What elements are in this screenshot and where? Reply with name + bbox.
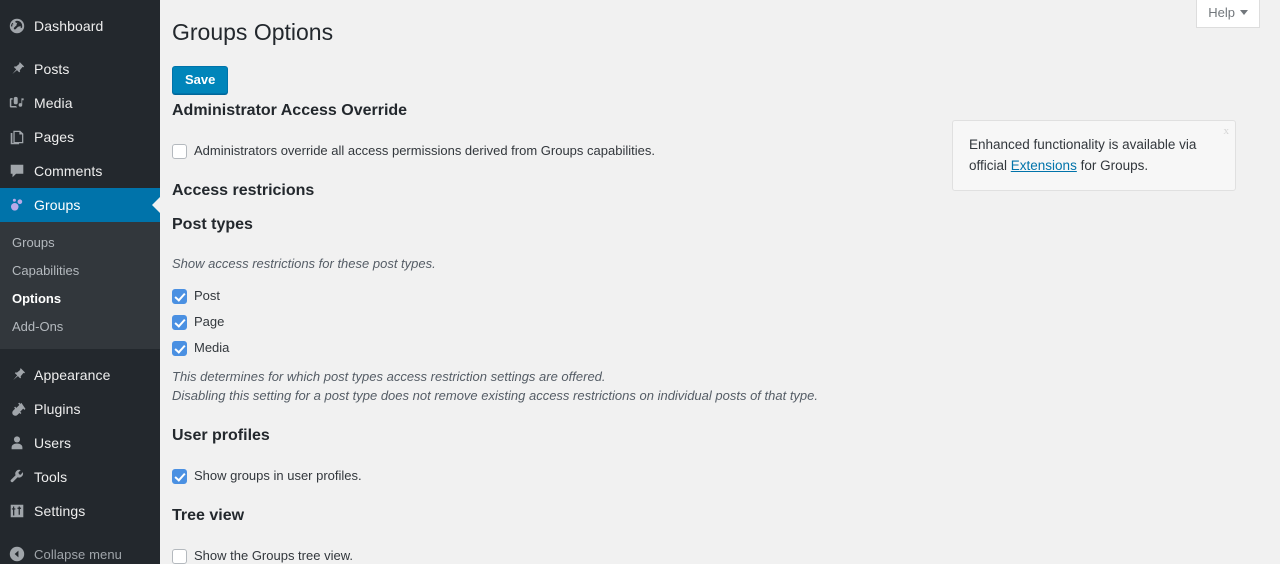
post-type-checkbox-post[interactable] bbox=[172, 288, 187, 304]
sidebar-item-label: Groups bbox=[34, 197, 81, 213]
sidebar-item-label: Plugins bbox=[34, 401, 81, 417]
post-types-note-2: Disabling this setting for a post type d… bbox=[172, 388, 819, 403]
tree-view-checkbox[interactable] bbox=[172, 548, 187, 564]
wrench-icon bbox=[0, 468, 34, 486]
sliders-icon bbox=[0, 502, 34, 520]
sidebar-item-label: Pages bbox=[34, 129, 75, 145]
media-icon bbox=[0, 94, 34, 112]
admin-sidebar: Dashboard Posts Media Pages Comments Gro… bbox=[0, 0, 160, 564]
tree-view-label[interactable]: Show the Groups tree view. bbox=[194, 547, 353, 564]
sidebar-item-plugins[interactable]: Plugins bbox=[0, 392, 160, 426]
admin-override-heading: Administrator Access Override bbox=[172, 102, 408, 119]
post-types-description: Show access restrictions for these post … bbox=[172, 256, 436, 271]
admin-override-label[interactable]: Administrators override all access permi… bbox=[194, 142, 655, 160]
page-title: Groups Options bbox=[172, 19, 334, 45]
post-types-note-1: This determines for which post types acc… bbox=[172, 369, 606, 384]
sidebar-item-pages[interactable]: Pages bbox=[0, 120, 160, 154]
tree-view-heading: Tree view bbox=[172, 507, 245, 524]
post-type-row-page: Page bbox=[172, 311, 1280, 333]
comment-icon bbox=[0, 162, 34, 180]
submenu-item-add-ons[interactable]: Add-Ons bbox=[0, 313, 160, 341]
user-profiles-label[interactable]: Show groups in user profiles. bbox=[194, 467, 362, 485]
help-tab-label: Help bbox=[1208, 5, 1235, 20]
sidebar-item-label: Appearance bbox=[34, 367, 111, 383]
admin-override-row: Administrators override all access permi… bbox=[172, 140, 1280, 162]
sidebar-divider-3 bbox=[0, 528, 160, 537]
collapse-menu-label: Collapse menu bbox=[34, 546, 123, 562]
active-menu-arrow-icon bbox=[152, 197, 160, 213]
sidebar-item-appearance[interactable]: Appearance bbox=[0, 358, 160, 392]
sidebar-item-label: Media bbox=[34, 95, 73, 111]
save-button[interactable]: Save bbox=[172, 66, 229, 94]
sidebar-item-tools[interactable]: Tools bbox=[0, 460, 160, 494]
post-type-row-media: Media bbox=[172, 337, 1280, 359]
options-form: Administrator Access Override Administra… bbox=[172, 100, 1280, 564]
user-profiles-row: Show groups in user profiles. bbox=[172, 465, 1280, 487]
user-profiles-heading: User profiles bbox=[172, 427, 270, 444]
chevron-down-icon bbox=[1240, 10, 1248, 15]
tree-view-row: Show the Groups tree view. bbox=[172, 545, 1280, 564]
sidebar-item-label: Posts bbox=[34, 61, 70, 77]
user-icon bbox=[0, 434, 34, 452]
post-type-checkbox-page[interactable] bbox=[172, 314, 187, 330]
main-content: Help Groups Options Save x Enhanced func… bbox=[160, 0, 1280, 564]
sidebar-item-groups[interactable]: Groups bbox=[0, 188, 160, 222]
sidebar-item-label: Dashboard bbox=[34, 18, 104, 34]
sidebar-item-users[interactable]: Users bbox=[0, 426, 160, 460]
sidebar-item-media[interactable]: Media bbox=[0, 86, 160, 120]
sidebar-item-label: Settings bbox=[34, 503, 86, 519]
dashboard-icon bbox=[0, 17, 34, 35]
post-types-heading: Post types bbox=[172, 216, 253, 233]
sidebar-item-dashboard[interactable]: Dashboard bbox=[0, 9, 160, 43]
sidebar-item-label: Users bbox=[34, 435, 72, 451]
admin-override-checkbox[interactable] bbox=[172, 143, 187, 159]
collapse-icon bbox=[0, 545, 34, 563]
groups-icon bbox=[0, 196, 34, 214]
collapse-menu-button[interactable]: Collapse menu bbox=[0, 537, 160, 564]
sidebar-item-comments[interactable]: Comments bbox=[0, 154, 160, 188]
admin-screen: Dashboard Posts Media Pages Comments Gro… bbox=[0, 0, 1280, 564]
access-restrictions-heading: Access restricions bbox=[172, 182, 315, 199]
plug-icon bbox=[0, 400, 34, 418]
submenu-item-groups[interactable]: Groups bbox=[0, 229, 160, 257]
groups-submenu: Groups Capabilities Options Add-Ons bbox=[0, 222, 160, 349]
user-profiles-checkbox[interactable] bbox=[172, 468, 187, 484]
sidebar-item-settings[interactable]: Settings bbox=[0, 494, 160, 528]
submenu-item-options[interactable]: Options bbox=[0, 285, 160, 313]
post-type-label-media[interactable]: Media bbox=[194, 339, 229, 357]
pin-icon bbox=[0, 60, 34, 78]
post-type-label-post[interactable]: Post bbox=[194, 287, 220, 305]
sidebar-item-label: Comments bbox=[34, 163, 103, 179]
post-type-label-page[interactable]: Page bbox=[194, 313, 224, 331]
brush-icon bbox=[0, 366, 34, 384]
pages-icon bbox=[0, 128, 34, 146]
sidebar-top-spacer bbox=[0, 0, 160, 9]
sidebar-divider-2 bbox=[0, 349, 160, 358]
help-tab-button[interactable]: Help bbox=[1196, 0, 1260, 28]
sidebar-divider-1 bbox=[0, 43, 160, 52]
submenu-item-capabilities[interactable]: Capabilities bbox=[0, 257, 160, 285]
post-type-checkbox-media[interactable] bbox=[172, 340, 187, 356]
sidebar-item-label: Tools bbox=[34, 469, 68, 485]
post-type-row-post: Post bbox=[172, 285, 1280, 307]
sidebar-item-posts[interactable]: Posts bbox=[0, 52, 160, 86]
